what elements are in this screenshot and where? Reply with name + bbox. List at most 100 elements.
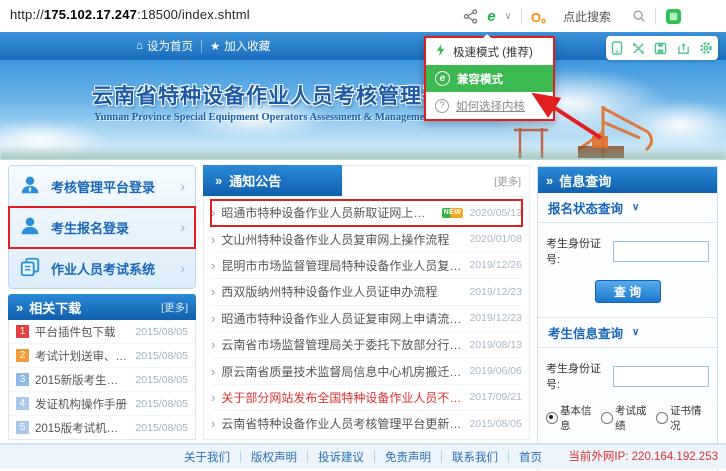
notice-title: 原云南省质量技术监督局信息中心机房搬迁公告 — [221, 363, 463, 380]
notices-more-link[interactable]: [更多] — [494, 174, 521, 189]
notice-item[interactable]: › 原云南省质量技术监督局信息中心机房搬迁公告 2019/06/06 — [211, 358, 522, 384]
fullscreen-icon[interactable] — [632, 42, 645, 55]
notice-item[interactable]: › 昭通市特种设备作业人员新取证网上报名流程 NEW 2020/05/13 — [211, 200, 522, 226]
divider: | — [306, 451, 309, 463]
chevron-down-icon[interactable]: ∨ — [505, 11, 512, 22]
footer-link-disclaimer[interactable]: 免责声明 — [385, 449, 431, 465]
footer-link-home[interactable]: 首页 — [519, 449, 542, 465]
search-input[interactable]: 点此搜索 — [563, 8, 623, 25]
query-button[interactable]: 查 询 — [595, 280, 661, 303]
double-chevron-icon: » — [546, 173, 553, 188]
extension-icon[interactable] — [665, 8, 682, 25]
arrow-icon: › — [211, 311, 215, 326]
sidebar-item-admin-login[interactable]: 考核管理平台登录 › — [9, 166, 195, 207]
share-icon[interactable] — [463, 9, 478, 24]
radio-label: 证书情况 — [670, 403, 704, 433]
notice-item[interactable]: › 云南省市场监督管理局关于委托下放部分行政许可... 2019/08/13 — [211, 332, 522, 358]
share-page-icon[interactable] — [677, 42, 690, 55]
info-query-panel: » 信息查询 报名状态查询 ∨ 考生身份证号: 查 询 考生信息查询 ∨ 考生身… — [537, 166, 718, 471]
arrow-icon: › — [211, 205, 215, 220]
download-item[interactable]: 1 平台插件包下载 2015/08/05 — [9, 320, 195, 344]
sidebar-item-candidate-login[interactable]: 考生报名登录 › — [9, 207, 195, 248]
settings-gear-icon[interactable] — [699, 41, 713, 55]
kernel-help-label: 如何选择内核 — [456, 98, 525, 114]
set-homepage-link[interactable]: ⌂ 设为首页 — [136, 38, 193, 54]
id-number-label: 考生身份证号: — [546, 235, 609, 267]
radio-certificate[interactable] — [656, 412, 668, 424]
downloads-more-link[interactable]: [更多] — [161, 300, 188, 315]
footer-link-copyright[interactable]: 版权声明 — [251, 449, 297, 465]
download-title: 平台插件包下载 — [35, 324, 116, 340]
arrow-icon: › — [211, 232, 215, 247]
section-title: 考生信息查询 — [548, 323, 623, 342]
menu-item-kernel-help[interactable]: ? 如何选择内核 — [426, 92, 553, 119]
star-icon: ★ — [210, 39, 220, 53]
save-icon[interactable] — [654, 42, 667, 55]
address-bar[interactable]: http://175.102.17.247:18500/index.shtml — [10, 7, 250, 22]
sidebar-item-label: 考核管理平台登录 — [51, 177, 155, 196]
mobile-view-icon[interactable] — [611, 41, 623, 55]
section-registration-status[interactable]: 报名状态查询 ∨ — [538, 193, 717, 223]
footer-link-contact[interactable]: 联系我们 — [452, 449, 498, 465]
browser-page-tools — [606, 36, 718, 60]
browser-toolbar: e ∨ O。 点此搜索 — [463, 0, 682, 32]
download-item[interactable]: 4 发证机构操作手册 2015/08/05 — [9, 392, 195, 416]
section-candidate-info[interactable]: 考生信息查询 ∨ — [538, 317, 717, 348]
info-query-title: 信息查询 — [559, 171, 611, 190]
set-homepage-label: 设为首页 — [147, 38, 193, 54]
notice-item[interactable]: › 西双版纳州特种设备作业人员证申办流程 2019/12/23 — [211, 279, 522, 305]
download-date: 2015/08/05 — [135, 422, 188, 434]
notice-date: 2020/05/13 — [469, 207, 522, 219]
add-favorite-link[interactable]: ★ 加入收藏 — [210, 38, 270, 54]
sidebar-item-label: 作业人员考试系统 — [51, 259, 155, 278]
radio-label: 基本信息 — [560, 403, 594, 433]
notice-item[interactable]: › 文山州特种设备作业人员复审网上操作流程 2020/01/08 — [211, 226, 522, 252]
divider: | — [373, 451, 376, 463]
notice-title: 云南省市场监督管理局关于委托下放部分行政许可... — [221, 336, 463, 353]
notice-item[interactable]: › 云南省特种设备作业人员考核管理平台更新至20... 2015/08/05 — [211, 411, 522, 436]
notice-title: 昭通市特种设备作业人员新取证网上报名流程 — [221, 204, 435, 221]
notice-title: 关于部分网站发布全国特种设备作业人员不实信息... — [221, 389, 463, 406]
registration-status-form: 考生身份证号: 查 询 — [538, 223, 717, 317]
notice-item[interactable]: › 关于部分网站发布全国特种设备作业人员不实信息... 2017/09/21 — [211, 385, 522, 411]
section-title: 报名状态查询 — [548, 198, 623, 217]
screen: http://175.102.17.247:18500/index.shtml … — [0, 0, 726, 471]
download-item[interactable]: 2 考试计划送审、审核 ... 2015/08/05 — [9, 344, 195, 368]
id-number-input[interactable] — [613, 241, 709, 262]
fast-mode-label: 极速模式 (推荐) — [453, 44, 533, 60]
divider — [201, 40, 202, 53]
url-suffix: :18500/index.shtml — [137, 7, 250, 22]
footer-link-complaints[interactable]: 投诉建议 — [318, 449, 364, 465]
notice-title: 西双版纳州特种设备作业人员证申办流程 — [221, 283, 437, 300]
menu-item-compat-mode[interactable]: e 兼容模式 — [426, 65, 553, 92]
radio-exam-score[interactable] — [601, 412, 613, 424]
question-icon: ? — [435, 99, 449, 113]
notice-date: 2019/12/23 — [469, 286, 522, 298]
rank-badge: 5 — [16, 421, 29, 434]
footer-link-about[interactable]: 关于我们 — [184, 449, 230, 465]
rank-badge: 2 — [16, 349, 29, 362]
chevron-down-icon: ∨ — [632, 202, 639, 213]
shoreline-decoration — [0, 146, 726, 160]
new-badge: NEW — [442, 208, 464, 218]
notice-date: 2019/12/23 — [469, 312, 522, 324]
notice-item[interactable]: › 昆明市市场监督管理局特种设备作业人员复审流程... 2019/12/26 — [211, 253, 522, 279]
url-prefix: http:// — [10, 7, 44, 22]
sidebar-item-exam-system[interactable]: 作业人员考试系统 › — [9, 248, 195, 288]
notice-item[interactable]: › 昭通市特种设备作业人员证复审网上申请流程及相... 2019/12/23 — [211, 306, 522, 332]
compat-mode-icon[interactable]: e — [487, 9, 495, 24]
ip-value: 220.164.192.253 — [632, 451, 718, 463]
id-number-input[interactable] — [613, 366, 709, 387]
download-item[interactable]: 3 2015新版考生操作... 2015/08/05 — [9, 368, 195, 392]
radio-basic-info[interactable] — [546, 412, 558, 424]
download-item[interactable]: 5 2015版考试机构操... 2015/08/05 — [9, 416, 195, 439]
download-date: 2015/08/05 — [135, 374, 188, 386]
tab-notices[interactable]: » 通知公告 — [203, 165, 342, 196]
divider: | — [440, 451, 443, 463]
notice-date: 2015/08/05 — [469, 418, 522, 430]
menu-item-fast-mode[interactable]: 极速模式 (推荐) — [426, 38, 553, 65]
search-icon[interactable] — [632, 9, 646, 23]
arrow-icon: › — [211, 337, 215, 352]
notice-date: 2019/08/13 — [469, 339, 522, 351]
query-type-radios: 基本信息 考试成绩 证书情况 — [546, 403, 709, 433]
